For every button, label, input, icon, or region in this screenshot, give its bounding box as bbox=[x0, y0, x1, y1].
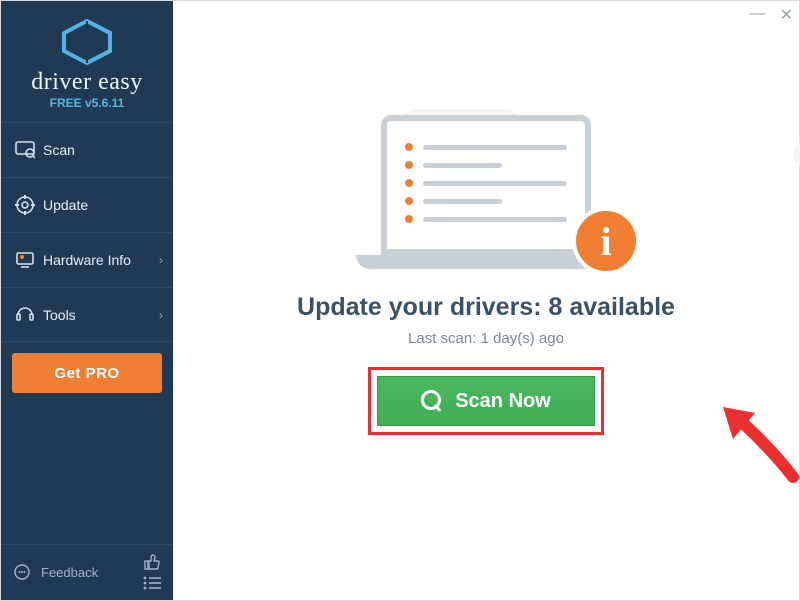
headline: Update your drivers: 8 available bbox=[173, 293, 799, 322]
info-icon: i bbox=[572, 207, 640, 275]
sidebar: driver easy FREE v5.6.11 Scan Update bbox=[1, 1, 173, 600]
sidebar-item-label: Hardware Info bbox=[43, 252, 131, 268]
cloud-decoration bbox=[793, 141, 800, 167]
sidebar-item-update[interactable]: Update bbox=[1, 177, 173, 232]
sidebar-item-label: Update bbox=[43, 197, 88, 213]
scan-now-button[interactable]: Scan Now bbox=[377, 376, 595, 426]
scan-highlight-box: Scan Now bbox=[368, 367, 604, 435]
brand-name: driver easy bbox=[1, 69, 173, 96]
search-icon bbox=[421, 390, 443, 412]
feedback-icon bbox=[13, 564, 31, 582]
app-window: — ✕ driver easy FREE v5.6.11 Scan bbox=[0, 0, 800, 601]
update-icon bbox=[15, 195, 43, 215]
annotation-arrow bbox=[715, 399, 800, 489]
last-scan-text: Last scan: 1 day(s) ago bbox=[173, 330, 799, 347]
thumbs-up-icon[interactable] bbox=[143, 553, 161, 571]
chevron-right-icon: › bbox=[159, 253, 163, 267]
feedback-button[interactable]: Feedback bbox=[41, 565, 98, 580]
list-icon[interactable] bbox=[143, 576, 161, 590]
scan-now-label: Scan Now bbox=[455, 390, 551, 413]
chevron-right-icon: › bbox=[159, 308, 163, 322]
sidebar-nav: Scan Update Hardware Info › Tools bbox=[1, 122, 173, 342]
sidebar-item-label: Scan bbox=[43, 142, 75, 158]
brand-block: driver easy FREE v5.6.11 bbox=[1, 1, 173, 122]
sidebar-item-label: Tools bbox=[43, 307, 76, 323]
sidebar-footer: Feedback bbox=[1, 544, 173, 600]
hardware-icon bbox=[15, 251, 43, 269]
sidebar-item-scan[interactable]: Scan bbox=[1, 122, 173, 177]
laptop-illustration: i bbox=[356, 99, 616, 269]
logo-icon bbox=[60, 19, 114, 65]
main-panel: i Update your drivers: 8 available Last … bbox=[173, 1, 799, 600]
sidebar-item-hardware[interactable]: Hardware Info › bbox=[1, 232, 173, 287]
sidebar-item-tools[interactable]: Tools › bbox=[1, 287, 173, 342]
scan-icon bbox=[15, 141, 43, 159]
tools-icon bbox=[15, 305, 43, 325]
brand-version: FREE v5.6.11 bbox=[1, 96, 173, 110]
get-pro-button[interactable]: Get PRO bbox=[12, 353, 162, 393]
